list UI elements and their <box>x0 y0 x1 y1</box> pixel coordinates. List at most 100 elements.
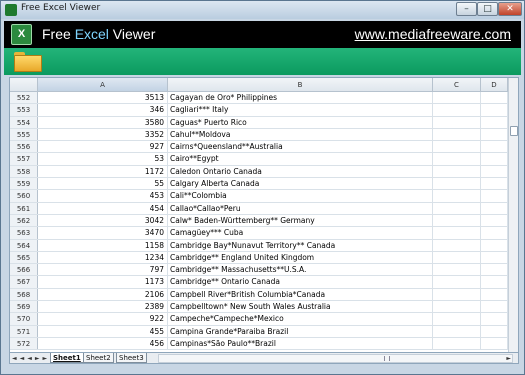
table-row[interactable]: 555 3352 Cahul**Moldova <box>10 128 508 142</box>
cell-d[interactable] <box>481 276 508 288</box>
row-number[interactable]: 562 <box>10 214 38 227</box>
cell-c[interactable] <box>433 276 481 288</box>
cell-c[interactable] <box>433 190 481 202</box>
cell-d[interactable] <box>481 141 508 153</box>
table-row[interactable]: 559 55 Calgary Alberta Canada <box>10 178 508 191</box>
cell-c[interactable] <box>433 214 481 227</box>
select-all-corner[interactable] <box>10 78 38 92</box>
cell-a[interactable]: 3470 <box>38 227 168 239</box>
cell-d[interactable] <box>481 251 508 264</box>
table-row[interactable]: 562 3042 Calw* Baden-Württemberg** Germany <box>10 214 508 228</box>
cell-b[interactable]: Cairns*Queensland**Australia <box>168 141 433 153</box>
cell-c[interactable] <box>433 202 481 214</box>
cell-a[interactable]: 53 <box>38 153 168 165</box>
table-row[interactable]: 570 922 Campeche*Campeche*Mexico <box>10 313 508 326</box>
cell-a[interactable]: 1158 <box>38 239 168 251</box>
spreadsheet-grid[interactable]: A B C D 552 3513 Cagayan de Oro* Philippin… <box>9 77 519 353</box>
row-number[interactable]: 569 <box>10 301 38 313</box>
table-row[interactable]: 563 3470 Camagüey*** Cuba <box>10 227 508 240</box>
cell-c[interactable] <box>433 92 481 104</box>
scroll-right-arrow-icon[interactable]: ► <box>506 355 511 363</box>
cell-b[interactable]: Cali**Colombia <box>168 190 433 202</box>
cell-d[interactable] <box>481 288 508 301</box>
website-link[interactable]: www.mediafreeware.com <box>355 26 511 42</box>
cell-b[interactable]: Caguas* Puerto Rico <box>168 116 433 128</box>
table-row[interactable]: 561 454 Callao*Callao*Peru <box>10 202 508 215</box>
row-number[interactable]: 557 <box>10 153 38 165</box>
cell-a[interactable]: 1173 <box>38 276 168 288</box>
row-number[interactable]: 570 <box>10 313 38 325</box>
cell-d[interactable] <box>481 202 508 214</box>
title-bar[interactable]: Free Excel Viewer – □ ✕ <box>1 1 524 19</box>
cell-d[interactable] <box>481 128 508 141</box>
cell-a[interactable]: 1172 <box>38 165 168 178</box>
table-row[interactable]: 564 1158 Cambridge Bay*Nunavut Territory**… <box>10 239 508 252</box>
cell-c[interactable] <box>433 325 481 337</box>
cell-b[interactable]: Cambridge** Massachusetts**U.S.A. <box>168 264 433 276</box>
table-row[interactable]: 556 927 Cairns*Queensland**Australia <box>10 141 508 154</box>
cell-b[interactable]: Callao*Callao*Peru <box>168 202 433 214</box>
table-row[interactable]: 557 53 Cairo**Egypt <box>10 153 508 166</box>
cell-a[interactable]: 346 <box>38 104 168 116</box>
row-number[interactable]: 555 <box>10 128 38 141</box>
row-number[interactable]: 556 <box>10 141 38 153</box>
row-number[interactable]: 572 <box>10 337 38 350</box>
cell-b[interactable]: Campbell River*British Columbia*Canada <box>168 288 433 301</box>
sheet-nav-arrows-icon[interactable]: ◄◄◄►► <box>12 353 50 364</box>
cell-c[interactable] <box>433 288 481 301</box>
cell-c[interactable] <box>433 178 481 190</box>
cell-d[interactable] <box>481 301 508 313</box>
table-row[interactable]: 560 453 Cali**Colombia <box>10 190 508 203</box>
cell-d[interactable] <box>481 264 508 276</box>
cell-c[interactable] <box>433 104 481 116</box>
cell-d[interactable] <box>481 178 508 190</box>
row-number[interactable]: 558 <box>10 165 38 178</box>
cell-d[interactable] <box>481 325 508 337</box>
table-row[interactable]: 558 1172 Caledon Ontario Canada <box>10 165 508 179</box>
cell-b[interactable]: Calgary Alberta Canada <box>168 178 433 190</box>
row-number[interactable]: 552 <box>10 92 38 104</box>
cell-a[interactable]: 3042 <box>38 214 168 227</box>
column-header-a[interactable]: A <box>38 78 168 92</box>
cell-a[interactable]: 797 <box>38 264 168 276</box>
close-button[interactable]: ✕ <box>498 2 522 16</box>
cell-c[interactable] <box>433 116 481 128</box>
cell-c[interactable] <box>433 128 481 141</box>
cell-d[interactable] <box>481 337 508 350</box>
cell-a[interactable]: 2106 <box>38 288 168 301</box>
table-row[interactable]: 567 1173 Cambridge** Ontario Canada <box>10 276 508 289</box>
cell-b[interactable]: Cairo**Egypt <box>168 153 433 165</box>
cell-b[interactable]: Cahul**Moldova <box>168 128 433 141</box>
cell-c[interactable] <box>433 264 481 276</box>
minimize-button[interactable]: – <box>456 2 477 16</box>
vertical-scroll-thumb[interactable] <box>510 126 518 136</box>
cell-c[interactable] <box>433 251 481 264</box>
column-header-b[interactable]: B <box>168 78 433 92</box>
cell-d[interactable] <box>481 239 508 251</box>
horizontal-scrollbar[interactable]: ► <box>158 354 513 363</box>
cell-a[interactable]: 454 <box>38 202 168 214</box>
row-number[interactable]: 565 <box>10 251 38 264</box>
cell-b[interactable]: Cambridge** England United Kingdom <box>168 251 433 264</box>
cell-a[interactable]: 455 <box>38 325 168 337</box>
cell-a[interactable]: 3580 <box>38 116 168 128</box>
cell-d[interactable] <box>481 92 508 104</box>
cell-b[interactable]: Cagliari*** Italy <box>168 104 433 116</box>
cell-c[interactable] <box>433 165 481 178</box>
sheet-tab-1[interactable]: Sheet1 <box>50 353 84 363</box>
row-number[interactable]: 560 <box>10 190 38 202</box>
cell-a[interactable]: 3352 <box>38 128 168 141</box>
cell-c[interactable] <box>433 141 481 153</box>
cell-c[interactable] <box>433 153 481 165</box>
row-number[interactable]: 559 <box>10 178 38 190</box>
column-header-c[interactable]: C <box>433 78 481 92</box>
cell-c[interactable] <box>433 301 481 313</box>
row-number[interactable]: 566 <box>10 264 38 276</box>
cell-a[interactable]: 456 <box>38 337 168 350</box>
row-number[interactable]: 571 <box>10 325 38 337</box>
table-row[interactable]: 569 2389 Campbelltown* New South Wales Aus… <box>10 301 508 314</box>
cell-b[interactable]: Camagüey*** Cuba <box>168 227 433 239</box>
table-row[interactable]: 552 3513 Cagayan de Oro* Philippines <box>10 92 508 105</box>
cell-c[interactable] <box>433 227 481 239</box>
sheet-tab-3[interactable]: Sheet3 <box>116 353 147 363</box>
